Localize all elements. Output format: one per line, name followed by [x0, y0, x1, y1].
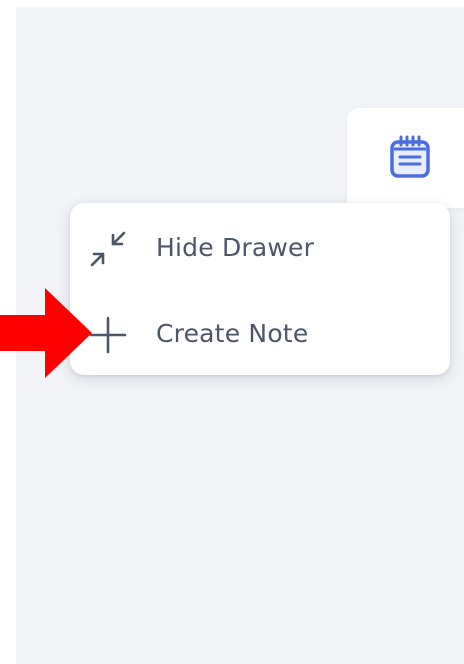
collapse-arrows-icon: [90, 231, 126, 267]
drawer-context-menu: Hide Drawer Create Note: [70, 203, 450, 375]
notepad-icon: [390, 135, 430, 178]
notes-drawer-tab[interactable]: [347, 108, 464, 208]
create-note-label: Create Note: [156, 319, 309, 348]
hide-drawer-menu-item[interactable]: Hide Drawer: [70, 213, 450, 283]
red-arrow-icon: [0, 288, 92, 378]
hide-drawer-label: Hide Drawer: [156, 233, 315, 262]
create-note-menu-item[interactable]: Create Note: [70, 299, 450, 369]
